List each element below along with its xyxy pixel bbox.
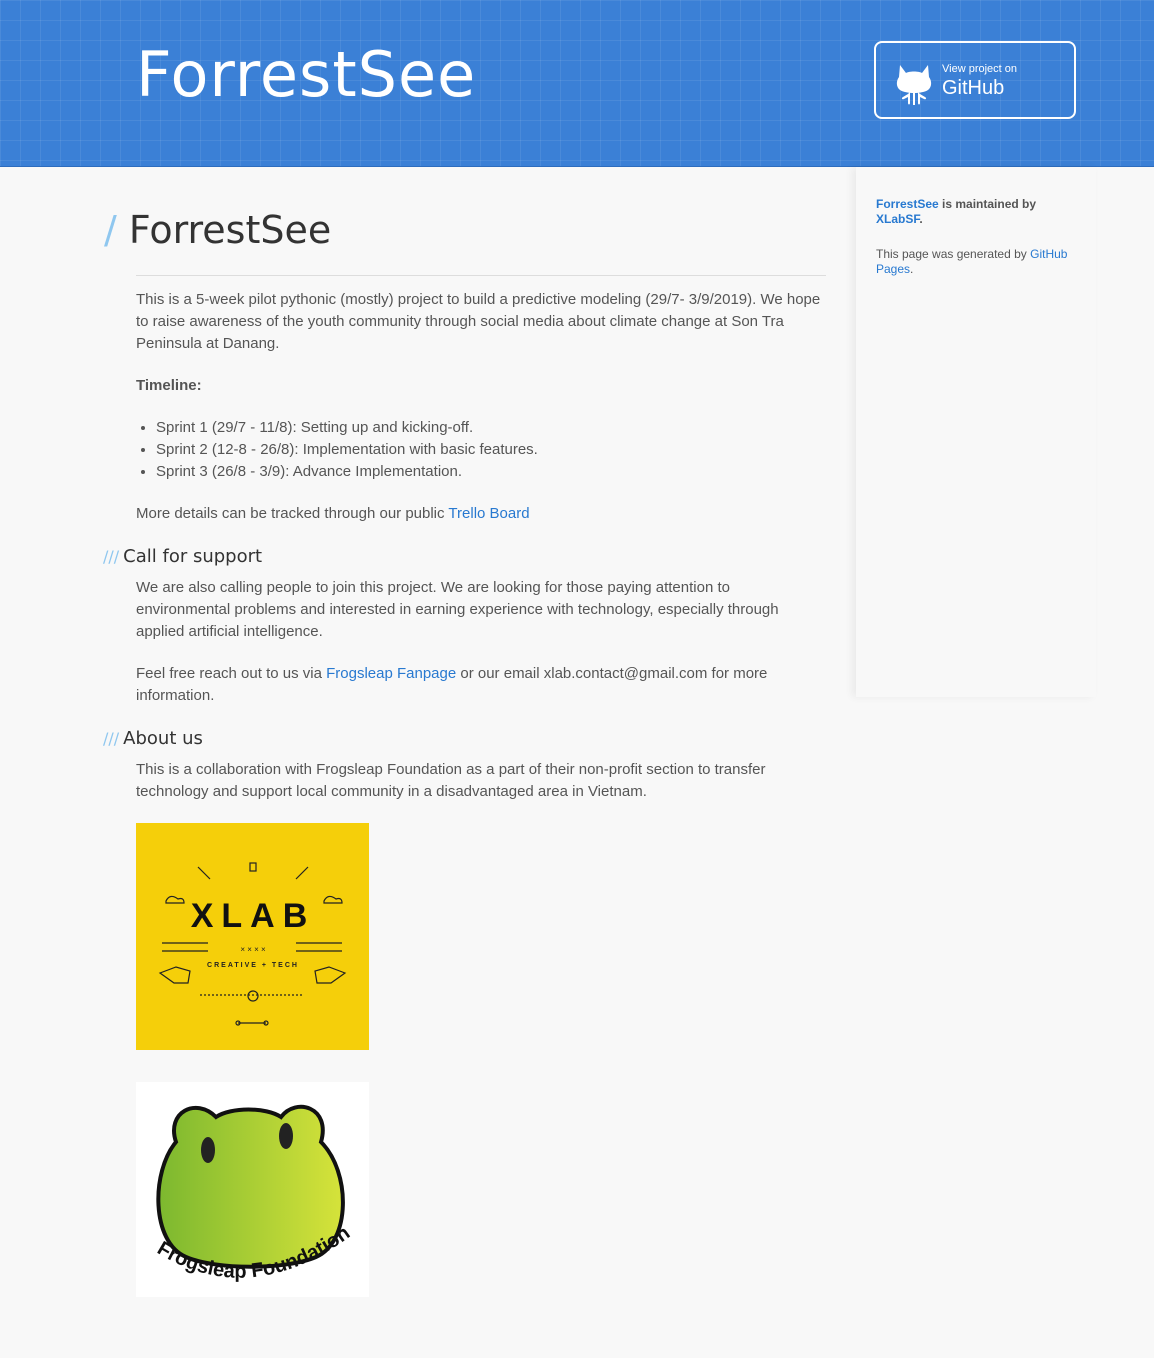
maintainer-link[interactable]: XLabSF [876,212,919,226]
page-heading-text: ForrestSee [128,208,332,252]
frogsleap-fanpage-link[interactable]: Frogsleap Fanpage [326,665,456,682]
section-slashes: /// [103,729,120,748]
reach-paragraph: Feel free reach out to us via Frogsleap … [136,665,768,704]
sidebar: ForrestSee is maintained by XLabSF. This… [856,167,1096,697]
project-link[interactable]: ForrestSee [876,197,939,211]
frogsleap-logo: Frogsleap Foundation [136,1082,369,1297]
timeline-list: Sprint 1 (29/7 - 11/8): Setting up and k… [136,417,826,483]
xlab-wordmark: XLAB [191,897,316,935]
site-header: ForrestSee View project on GitHub [0,0,1154,167]
divider [136,275,826,276]
page-heading: / ForrestSee [104,207,331,253]
details-paragraph: More details can be tracked through our … [136,505,530,522]
about-heading: ///About us [103,728,203,749]
list-item: Sprint 3 (26/8 - 3/9): Advance Implement… [156,461,826,483]
view-on-github-button[interactable]: View project on GitHub [874,41,1076,119]
github-button-small-text: View project on [942,63,1018,75]
xlab-logo-art: XLAB × × × × CREATIVE + TECH [158,862,347,1026]
svg-text:× × × ×: × × × × [240,945,266,954]
xlab-tagline: CREATIVE + TECH [207,962,299,969]
frogsleap-logo-art: Frogsleap Foundation [153,1104,354,1283]
generated-by-text: This page was generated by GitHub Pages. [876,247,1068,276]
maintained-by-text: ForrestSee is maintained by XLabSF. [876,197,1037,226]
about-paragraph: This is a collaboration with Frogsleap F… [136,761,766,800]
main-area: / ForrestSee This is a 5-week pilot pytho… [0,167,1154,1358]
support-paragraph: We are also calling people to join this … [136,579,779,640]
timeline-label: Timeline: [136,377,202,394]
trello-board-link[interactable]: Trello Board [448,505,529,522]
list-item: Sprint 2 (12-8 - 26/8): Implementation w… [156,439,826,461]
xlab-logo: XLAB × × × × CREATIVE + TECH [136,823,369,1050]
heading-slash: / [104,208,117,252]
intro-paragraph: This is a 5-week pilot pythonic (mostly)… [136,291,821,352]
github-button-big-text: GitHub [942,77,1005,99]
section-slashes: /// [103,547,120,566]
github-octocat-icon [896,65,932,105]
list-item: Sprint 1 (29/7 - 11/8): Setting up and k… [156,417,826,439]
site-title[interactable]: ForrestSee [136,36,476,114]
content-body: This is a 5-week pilot pythonic (mostly)… [103,289,826,1297]
support-heading: ///Call for support [103,546,263,567]
